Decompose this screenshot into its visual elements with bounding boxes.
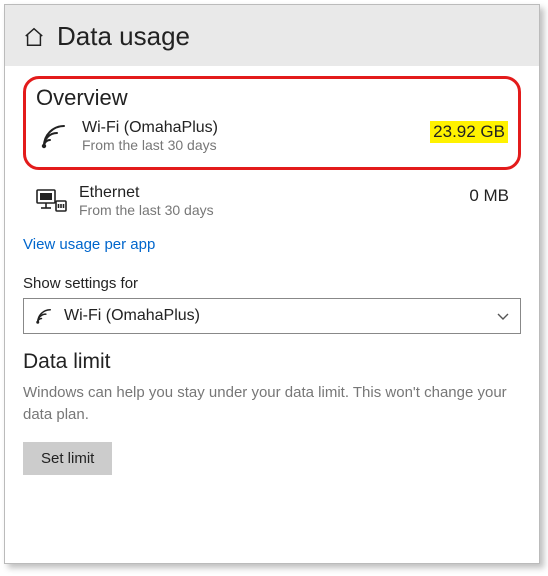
- view-usage-per-app-link[interactable]: View usage per app: [23, 236, 155, 253]
- content-area: Overview Wi-Fi (OmahaPlus) From the last…: [5, 66, 539, 563]
- dropdown-selected-text: Wi-Fi (OmahaPlus): [64, 307, 486, 325]
- network-info: Wi-Fi (OmahaPlus) From the last 30 days: [82, 119, 418, 153]
- network-subtext: From the last 30 days: [79, 202, 457, 218]
- network-name: Ethernet: [79, 184, 457, 202]
- home-icon: [23, 26, 45, 48]
- network-row-wifi: Wi-Fi (OmahaPlus) From the last 30 days …: [36, 115, 508, 157]
- network-info: Ethernet From the last 30 days: [79, 184, 457, 218]
- show-settings-for-label: Show settings for: [23, 275, 521, 292]
- settings-window: Data usage Overview Wi-Fi (OmahaPlus) Fr…: [4, 4, 540, 564]
- wifi-icon: [38, 122, 70, 150]
- wifi-icon: [34, 307, 54, 325]
- set-limit-button[interactable]: Set limit: [23, 442, 112, 475]
- network-name: Wi-Fi (OmahaPlus): [82, 119, 418, 137]
- page-title: Data usage: [57, 21, 190, 52]
- network-row-ethernet: Ethernet From the last 30 days 0 MB: [23, 180, 521, 222]
- overview-title: Overview: [36, 85, 508, 111]
- network-amount-highlighted: 23.92 GB: [430, 121, 508, 143]
- network-amount: 0 MB: [469, 186, 509, 206]
- chevron-down-icon: [496, 309, 510, 323]
- overview-highlight-box: Overview Wi-Fi (OmahaPlus) From the last…: [23, 76, 521, 170]
- ethernet-icon: [35, 187, 67, 215]
- network-subtext: From the last 30 days: [82, 137, 418, 153]
- data-limit-title: Data limit: [23, 350, 521, 374]
- show-settings-for-dropdown[interactable]: Wi-Fi (OmahaPlus): [23, 298, 521, 334]
- page-header: Data usage: [5, 5, 539, 66]
- data-limit-description: Windows can help you stay under your dat…: [23, 382, 521, 426]
